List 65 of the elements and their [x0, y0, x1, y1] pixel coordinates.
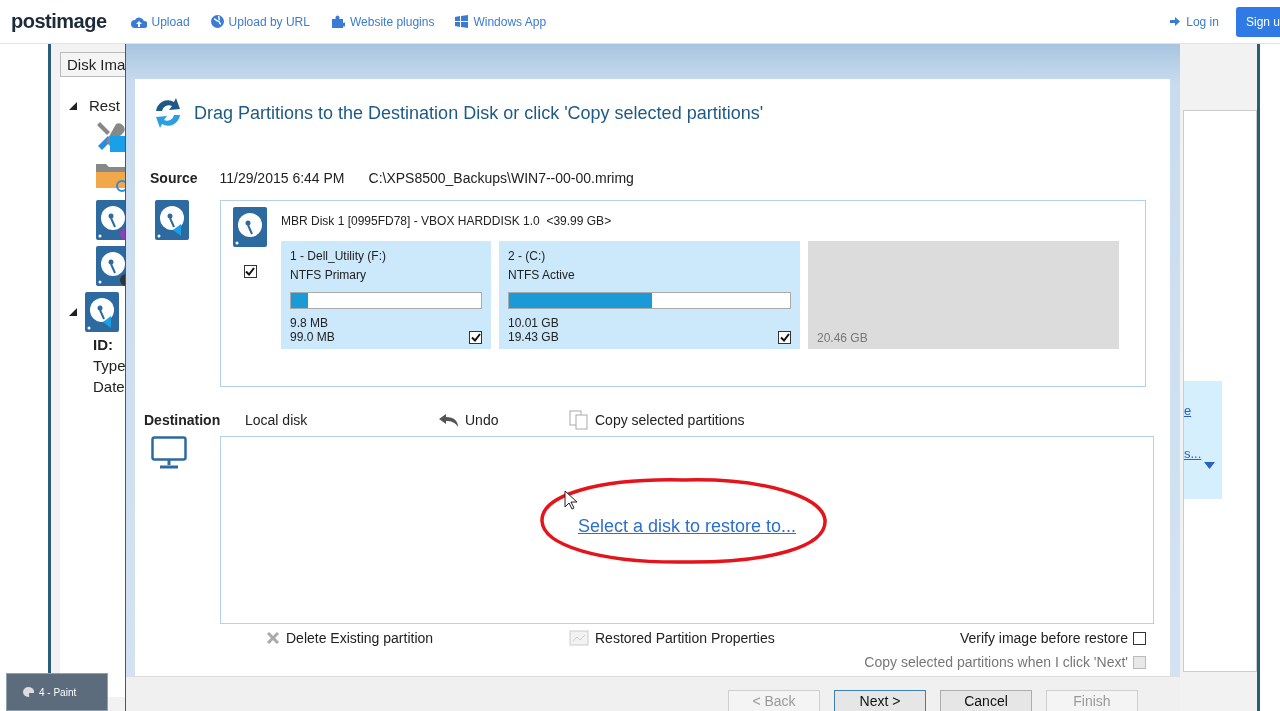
info-label: Date [93, 378, 126, 395]
unallocated-size: 20.46 GB [817, 331, 869, 345]
disk-restore-icon [85, 292, 119, 332]
undo-button[interactable]: Undo [439, 412, 569, 428]
checkbox[interactable] [1133, 631, 1146, 645]
check-icon [470, 333, 481, 342]
info-label: ID: [93, 336, 114, 353]
partition-name: 2 - (C:) [508, 249, 547, 263]
used-size: 10.01 GB [508, 316, 559, 330]
image-date: 11/29/2015 6:44 PM [219, 170, 345, 186]
source-label: Source [150, 170, 198, 186]
used-size: 9.8 MB [290, 316, 329, 330]
dialog-heading: Drag Partitions to the Destination Disk or click 'Copy selected partitions' [194, 102, 764, 124]
destination-label: Destination [144, 412, 222, 428]
login-link[interactable]: Log in [1170, 14, 1219, 29]
cloud-upload-icon [130, 15, 147, 28]
checkbox[interactable] [243, 265, 257, 278]
undo-icon [439, 413, 459, 427]
nav-link[interactable]: Website plugins [330, 14, 435, 29]
taskbar-button[interactable]: 4 - Paint [6, 673, 108, 711]
expand-arrow-icon [69, 101, 77, 110]
login-icon [1170, 16, 1182, 27]
dialog-button[interactable]: Cancel [940, 690, 1032, 711]
nav-link[interactable]: Upload by URL [210, 14, 310, 29]
nav-link[interactable]: Windows App [455, 14, 547, 29]
expand-arrow-icon [69, 308, 77, 316]
paint-palette-icon [23, 687, 34, 697]
windows-logo-icon [455, 15, 469, 28]
close-icon [266, 631, 280, 645]
dialog-button[interactable]: Next > [834, 690, 926, 711]
partition-size: 19.43 GB [508, 330, 559, 344]
puzzle-icon [330, 15, 345, 28]
option-label: Verify image before restore [959, 630, 1128, 646]
monitor-icon [151, 436, 187, 472]
partition-name: 1 - Dell_Utility (F:) [290, 249, 387, 263]
partition-properties-button[interactable]: Restored Partition Properties [569, 630, 775, 646]
disk-title: MBR Disk 1 [0995FD78] - VBOX HARDDISK 1.0 <39.99 GB> [281, 213, 613, 228]
partition-card[interactable]: 2 - (C:) NTFS Active 10.01 GB 19.43 GB [499, 241, 800, 349]
properties-icon [569, 630, 589, 646]
partition-card[interactable]: 1 - Dell_Utility (F:) NTFS Primary 9.8 MB 99.0 MB [281, 241, 491, 349]
nav-link[interactable]: Upload [130, 14, 190, 29]
disk-restore-icon [155, 200, 189, 240]
check-icon [779, 333, 790, 342]
partition-type: NTFS Primary [290, 268, 367, 282]
delete-partition-button[interactable]: Delete Existing partition [266, 630, 569, 646]
tools-icon [96, 120, 128, 154]
mouse-cursor-icon [564, 490, 578, 510]
copy-partitions-button[interactable]: Copy selected partitions [569, 410, 745, 430]
signup-button[interactable]: Sign u [1235, 6, 1280, 37]
tree-header[interactable]: Rest [89, 97, 120, 114]
partition-size: 99.0 MB [290, 330, 335, 344]
side-link[interactable]: e [1184, 403, 1222, 418]
disk-type: Local disk [245, 412, 309, 428]
check-icon [245, 267, 255, 276]
select-disk-link[interactable]: Select a disk to restore to... [577, 515, 797, 537]
side-link[interactable]: s... [1184, 446, 1222, 461]
option-label: Copy selected partitions when I click 'Next' [864, 654, 1128, 670]
image-path: C:\XPS8500_Backups\WIN7--00-00.mrimg [368, 170, 634, 186]
site-logo[interactable]: postimage [11, 10, 107, 33]
dropdown-arrow-icon [1204, 462, 1215, 469]
checkbox[interactable] [469, 331, 482, 344]
info-label: Type [93, 357, 127, 374]
partition-type: NTFS Active [508, 268, 576, 282]
checkbox[interactable] [778, 331, 791, 344]
copy-icon [569, 410, 589, 430]
